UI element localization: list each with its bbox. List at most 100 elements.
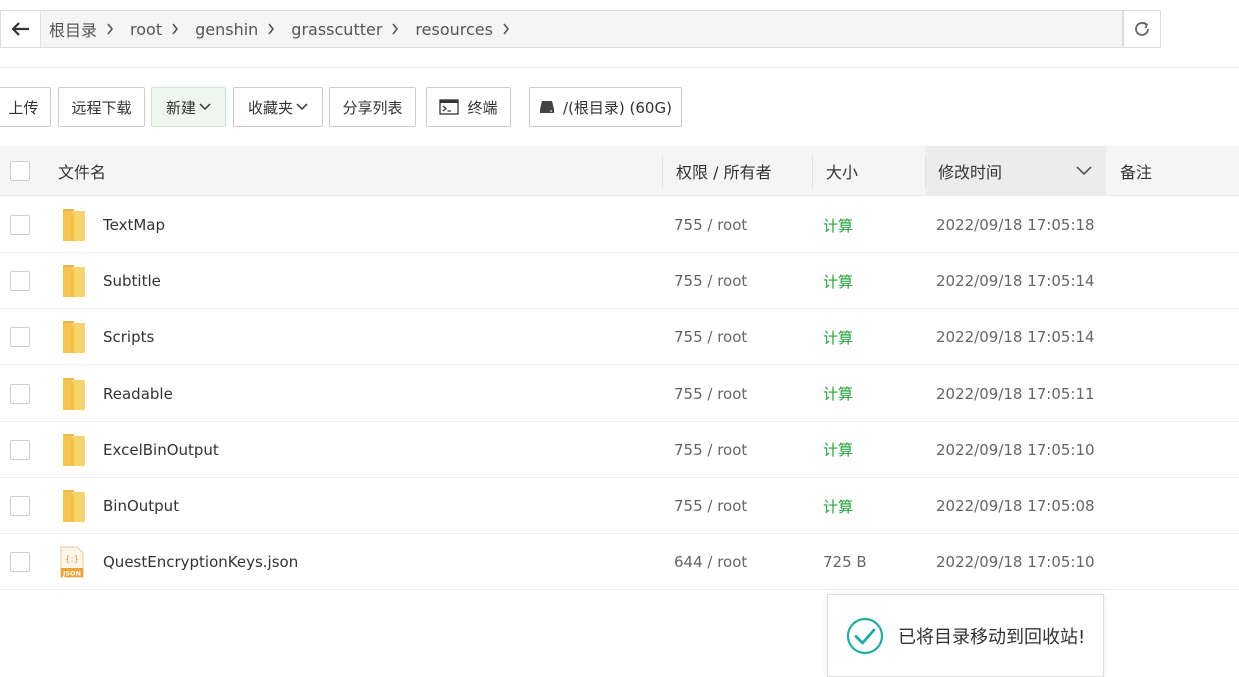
divider [0, 67, 1239, 68]
row-checkbox[interactable] [10, 327, 30, 348]
row-checkbox-wrap [10, 422, 30, 478]
table-row[interactable]: ExcelBinOutput 755 / root 计算 2022/09/18 … [0, 422, 1239, 478]
toast-message: 已将目录移动到回收站! [898, 626, 1086, 648]
row-checkbox[interactable] [10, 215, 30, 235]
header-mtime[interactable]: 修改时间 [938, 146, 1002, 196]
chevron-down-icon [296, 103, 308, 111]
file-name[interactable]: TextMap [103, 197, 165, 253]
header-size[interactable]: 大小 [826, 146, 858, 196]
row-checkbox-wrap [10, 253, 30, 309]
terminal-icon [439, 99, 460, 115]
file-name[interactable]: ExcelBinOutput [103, 422, 219, 478]
file-name[interactable]: Subtitle [103, 253, 161, 309]
json-icon-label: JSON [62, 570, 81, 578]
modified-time: 2022/09/18 17:05:11 [936, 384, 1095, 403]
folder-icon [60, 197, 86, 253]
table-row[interactable]: BinOutput 755 / root 计算 2022/09/18 17:05… [0, 478, 1239, 534]
back-button[interactable] [0, 10, 40, 48]
chevron-right-icon [171, 23, 179, 35]
calc-size-link[interactable]: 计算 [823, 197, 853, 253]
row-checkbox[interactable] [10, 496, 30, 516]
favorites-button[interactable]: 收藏夹 [233, 87, 323, 127]
table-row[interactable]: TextMap 755 / root 计算 2022/09/18 17:05:1… [0, 197, 1239, 253]
terminal-label: 终端 [467, 98, 498, 117]
calc-size-link[interactable]: 计算 [823, 253, 853, 309]
remote-download-label: 远程下载 [71, 98, 132, 117]
file-name[interactable]: Scripts [103, 309, 154, 365]
select-all-checkbox-wrap [10, 146, 30, 196]
upload-button[interactable]: 上传 [0, 87, 51, 127]
perm-owner[interactable]: 755 / root [674, 478, 747, 534]
folder-icon [60, 422, 86, 478]
disk-button[interactable]: /(根目录) (60G) [529, 87, 682, 127]
chevron-right-icon [106, 23, 114, 35]
calc-size-link[interactable]: 计算 [823, 478, 853, 534]
table-row[interactable]: {:} JSON QuestEncryptionKeys.json 644 / r… [0, 534, 1239, 591]
row-checkbox[interactable] [10, 383, 30, 404]
breadcrumb-item-root[interactable]: root [130, 20, 162, 39]
hard-drive-icon [539, 100, 555, 114]
breadcrumb-item-resources[interactable]: resources [415, 20, 493, 39]
calc-size-link[interactable]: 计算 [823, 366, 853, 422]
chevron-right-icon [391, 23, 399, 35]
path-bar: 根目录 root genshin grasscutter resources [0, 10, 1161, 48]
perm-owner[interactable]: 755 / root [674, 197, 747, 253]
chevron-right-icon [267, 23, 275, 35]
check-circle-icon [846, 617, 884, 654]
json-file-icon: {:} JSON [60, 534, 84, 590]
new-button[interactable]: 新建 [151, 87, 226, 127]
file-name[interactable]: QuestEncryptionKeys.json [103, 534, 298, 590]
header-name[interactable]: 文件名 [58, 146, 106, 196]
remote-download-button[interactable]: 远程下载 [58, 87, 145, 127]
modified-time: 2022/09/18 17:05:10 [936, 553, 1095, 572]
chevron-right-icon [502, 23, 510, 35]
table-row[interactable]: Readable 755 / root 计算 2022/09/18 17:05:… [0, 366, 1239, 422]
modified-time: 2022/09/18 17:05:10 [936, 440, 1095, 459]
column-divider [925, 156, 926, 188]
breadcrumb-item-grasscutter[interactable]: grasscutter [291, 20, 382, 39]
row-checkbox-wrap [10, 478, 30, 534]
perm-owner[interactable]: 644 / root [674, 534, 747, 590]
table-row[interactable]: Scripts 755 / root 计算 2022/09/18 17:05:1… [0, 309, 1239, 366]
arrow-left-icon [11, 22, 29, 36]
calc-size-link[interactable]: 计算 [823, 422, 853, 478]
row-checkbox[interactable] [10, 439, 30, 460]
row-checkbox[interactable] [10, 552, 30, 573]
new-label: 新建 [165, 98, 196, 117]
breadcrumb-item-genshin[interactable]: genshin [195, 20, 258, 39]
perm-owner[interactable]: 755 / root [674, 253, 747, 309]
select-all-checkbox[interactable] [10, 161, 30, 181]
file-name[interactable]: BinOutput [103, 478, 179, 534]
table-row[interactable]: Subtitle 755 / root 计算 2022/09/18 17:05:… [0, 253, 1239, 310]
share-list-label: 分享列表 [342, 98, 403, 117]
refresh-icon [1135, 21, 1149, 36]
breadcrumb-item-root-dir[interactable]: 根目录 [49, 17, 97, 41]
row-checkbox-wrap [10, 366, 30, 422]
favorites-label: 收藏夹 [247, 98, 293, 117]
modified-time: 2022/09/18 17:05:14 [936, 272, 1095, 291]
folder-icon [60, 253, 86, 309]
svg-text:{:}: {:} [65, 555, 79, 565]
folder-icon [60, 478, 86, 534]
disk-label: /(根目录) (60G) [563, 98, 672, 117]
row-checkbox-wrap [10, 309, 30, 365]
perm-owner[interactable]: 755 / root [674, 309, 747, 365]
file-name[interactable]: Readable [103, 366, 173, 422]
header-note[interactable]: 备注 [1120, 146, 1152, 196]
header-perm-owner[interactable]: 权限 / 所有者 [676, 146, 772, 196]
row-checkbox-wrap [10, 197, 30, 253]
sort-chevron-down-icon[interactable] [1076, 146, 1092, 196]
toast-notification: 已将目录移动到回收站! [827, 594, 1104, 677]
folder-icon [60, 309, 86, 365]
calc-size-link[interactable]: 计算 [823, 309, 853, 365]
folder-icon [60, 366, 86, 422]
upload-label: 上传 [8, 98, 39, 117]
row-checkbox[interactable] [10, 271, 30, 292]
perm-owner[interactable]: 755 / root [674, 366, 747, 422]
file-table-header: 文件名 权限 / 所有者 大小 修改时间 备注 [0, 146, 1239, 196]
share-list-button[interactable]: 分享列表 [329, 87, 416, 127]
refresh-button[interactable] [1123, 10, 1161, 48]
chevron-down-icon [199, 103, 211, 111]
perm-owner[interactable]: 755 / root [674, 422, 747, 478]
terminal-button[interactable]: 终端 [426, 87, 511, 127]
